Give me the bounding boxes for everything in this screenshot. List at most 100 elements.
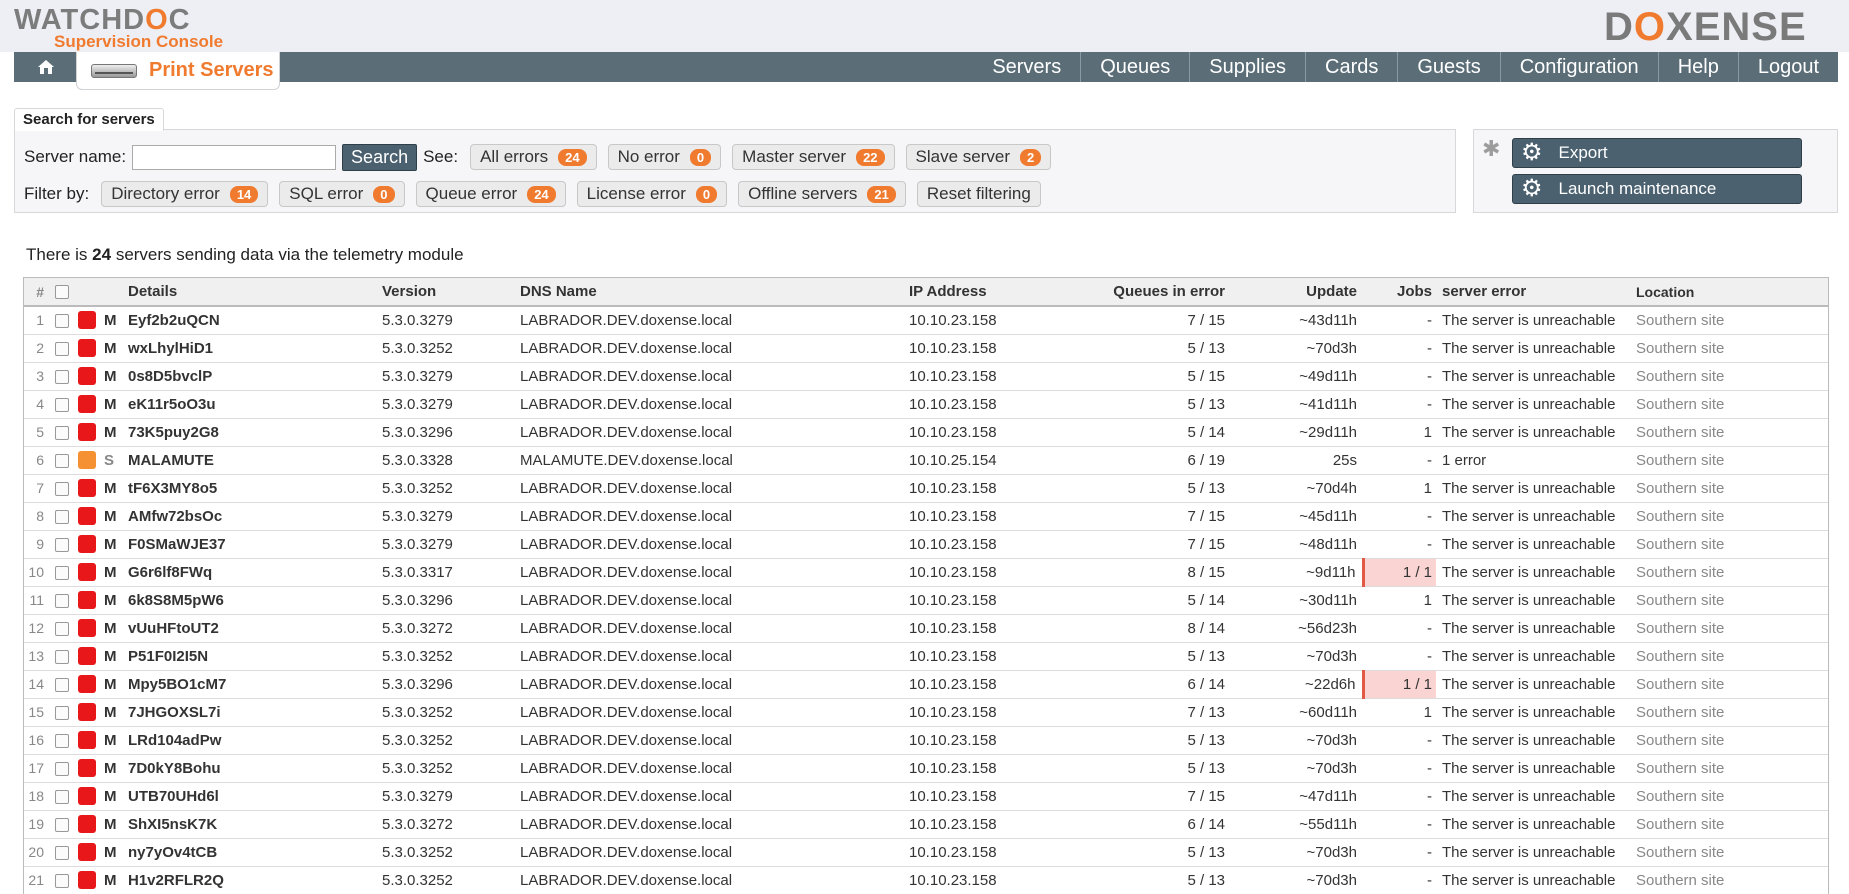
- row-checkbox[interactable]: [48, 502, 76, 531]
- server-name-link[interactable]: F0SMaWJE37: [126, 530, 380, 559]
- server-name-link[interactable]: LRd104adPw: [126, 726, 380, 755]
- row-checkbox[interactable]: [48, 586, 76, 615]
- server-name-link[interactable]: eK11r5oO3u: [126, 390, 380, 419]
- table-row[interactable]: 20 Mny7yOv4tCB 5.3.0.3252 LABRADOR.DEV.doxe…: [24, 838, 1828, 867]
- table-row[interactable]: 17 M 7D0kY8Bohu 5.3.0.3252 LABRADOR.DEV.doxe…: [24, 754, 1828, 783]
- col-version[interactable]: Version: [380, 278, 518, 307]
- nav-item-cards[interactable]: Cards: [1305, 52, 1397, 82]
- row-checkbox[interactable]: [48, 782, 76, 811]
- table-row[interactable]: 9 M F0SMaWJE37 5.3.0.3279 LABRADOR.DEV.doxen…: [24, 530, 1828, 559]
- col-dns[interactable]: DNS Name: [518, 278, 907, 307]
- server-name-link[interactable]: H1v2RFLR2Q: [126, 866, 380, 894]
- checkbox-box[interactable]: [55, 733, 69, 748]
- row-checkbox[interactable]: [48, 474, 76, 503]
- row-checkbox[interactable]: [48, 446, 76, 475]
- checkbox-box[interactable]: [55, 537, 69, 552]
- nav-item-queues[interactable]: Queues: [1080, 52, 1189, 82]
- row-checkbox[interactable]: [48, 390, 76, 419]
- row-checkbox[interactable]: [48, 670, 76, 699]
- col-update[interactable]: Update: [1231, 278, 1363, 307]
- row-checkbox[interactable]: [48, 726, 76, 755]
- tab-print-servers[interactable]: Print Servers: [76, 52, 280, 90]
- checkbox-box[interactable]: [55, 677, 69, 692]
- table-row[interactable]: 5 M 73K5puy2G8 5.3.0.3296 LABRADOR.DEV.doxen…: [24, 418, 1828, 447]
- checkbox-box[interactable]: [55, 565, 69, 580]
- table-row[interactable]: 13 M P51F0I2I5N 5.3.0.3252 LABRADOR.DEV.doxe…: [24, 642, 1828, 671]
- checkbox-box[interactable]: [55, 453, 69, 468]
- server-name-link[interactable]: MALAMUTE: [126, 446, 380, 475]
- server-name-link[interactable]: UTB70UHd6l: [126, 782, 380, 811]
- server-name-link[interactable]: tF6X3MY8o5: [126, 474, 380, 503]
- select-all-checkbox[interactable]: [48, 278, 76, 307]
- table-row[interactable]: 18 M UTB70UHd6l 5.3.0.3279 LABRADOR.DEV.doxe…: [24, 782, 1828, 811]
- checkbox-box[interactable]: [55, 621, 69, 636]
- row-checkbox[interactable]: [48, 362, 76, 391]
- nav-item-servers[interactable]: Servers: [973, 52, 1080, 82]
- table-row[interactable]: 1 M Eyf2b2uQCN 5.3.0.3279 LABRADOR.DEV.doxen…: [24, 306, 1828, 335]
- col-details[interactable]: Details: [126, 278, 380, 307]
- filter-license-error-button[interactable]: License error 0: [576, 181, 728, 207]
- search-button[interactable]: Search: [342, 143, 418, 171]
- nav-item-guests[interactable]: Guests: [1397, 52, 1499, 82]
- row-checkbox[interactable]: [48, 866, 76, 894]
- checkbox-box[interactable]: [55, 341, 69, 356]
- export-button[interactable]: ⚙ Export: [1512, 138, 1802, 168]
- server-name-link[interactable]: vUuHFtoUT2: [126, 614, 380, 643]
- checkbox-box[interactable]: [55, 313, 69, 328]
- table-row[interactable]: 19 M ShXI5nsK7K 5.3.0.3272 LABRADOR.DEV.doxe…: [24, 810, 1828, 839]
- launch-maintenance-button[interactable]: ⚙ Launch maintenance: [1512, 174, 1802, 204]
- table-row[interactable]: 12 MvUuHFtoUT2 5.3.0.3272 LABRADOR.DEV.doxe…: [24, 614, 1828, 643]
- checkbox-box[interactable]: [55, 761, 69, 776]
- row-checkbox[interactable]: [48, 810, 76, 839]
- server-name-link[interactable]: 7D0kY8Bohu: [126, 754, 380, 783]
- table-row[interactable]: 6 S MALAMUTE 5.3.0.3328 MALAMUTE.DEV.doxense…: [24, 446, 1828, 475]
- home-button[interactable]: [14, 52, 78, 82]
- row-checkbox[interactable]: [48, 614, 76, 643]
- table-row[interactable]: 7 MtF6X3MY8o5 5.3.0.3252 LABRADOR.DEV.doxen…: [24, 474, 1828, 503]
- server-name-link[interactable]: 7JHGOXSL7i: [126, 698, 380, 727]
- table-row[interactable]: 2 MwxLhylHiD1 5.3.0.3252 LABRADOR.DEV.doxen…: [24, 334, 1828, 363]
- server-name-link[interactable]: wxLhylHiD1: [126, 334, 380, 363]
- col-location[interactable]: Location: [1630, 278, 1828, 307]
- row-checkbox[interactable]: [48, 418, 76, 447]
- server-name-link[interactable]: ShXI5nsK7K: [126, 810, 380, 839]
- checkbox-box[interactable]: [55, 789, 69, 804]
- row-checkbox[interactable]: [48, 838, 76, 867]
- server-name-link[interactable]: Eyf2b2uQCN: [126, 306, 380, 335]
- checkbox-box[interactable]: [55, 705, 69, 720]
- checkbox-box[interactable]: [55, 425, 69, 440]
- filter-sql-error-button[interactable]: SQL error 0: [279, 181, 405, 207]
- col-ip[interactable]: IP Address: [907, 278, 1069, 307]
- checkbox-box[interactable]: [55, 369, 69, 384]
- row-checkbox[interactable]: [48, 558, 76, 587]
- checkbox-box[interactable]: [55, 593, 69, 608]
- row-checkbox[interactable]: [48, 306, 76, 335]
- server-name-link[interactable]: ny7yOv4tCB: [126, 838, 380, 867]
- server-name-link[interactable]: 0s8D5bvclP: [126, 362, 380, 391]
- filter-all-errors-button[interactable]: All errors 24: [470, 144, 597, 170]
- table-row[interactable]: 21 M H1v2RFLR2Q 5.3.0.3252 LABRADOR.DEV.doxe…: [24, 866, 1828, 894]
- col-server-error[interactable]: server error: [1436, 278, 1630, 307]
- table-row[interactable]: 14 M Mpy5BO1cM7 5.3.0.3296 LABRADOR.DEV.doxe…: [24, 670, 1828, 699]
- server-name-link[interactable]: 73K5puy2G8: [126, 418, 380, 447]
- table-row[interactable]: 11 M 6k8S8M5pW6 5.3.0.3296 LABRADOR.DEV.doxe…: [24, 586, 1828, 615]
- checkbox-box[interactable]: [55, 481, 69, 496]
- reset-filtering-button[interactable]: Reset filtering: [916, 181, 1041, 207]
- filter-no-error-button[interactable]: No error 0: [607, 144, 722, 170]
- server-name-link[interactable]: Mpy5BO1cM7: [126, 670, 380, 699]
- row-checkbox[interactable]: [48, 754, 76, 783]
- table-row[interactable]: 10 M G6r6lf8FWq 5.3.0.3317 LABRADOR.DEV.doxe…: [24, 558, 1828, 587]
- table-row[interactable]: 8 M AMfw72bsOc 5.3.0.3279 LABRADOR.DEV.doxen…: [24, 502, 1828, 531]
- filter-slave-server-button[interactable]: Slave server 2: [905, 144, 1052, 170]
- table-row[interactable]: 16 M LRd104adPw 5.3.0.3252 LABRADOR.DEV.doxe…: [24, 726, 1828, 755]
- nav-item-configuration[interactable]: Configuration: [1499, 52, 1658, 82]
- server-name-link[interactable]: AMfw72bsOc: [126, 502, 380, 531]
- nav-item-logout[interactable]: Logout: [1737, 52, 1838, 82]
- filter-master-server-button[interactable]: Master server 22: [732, 144, 895, 170]
- col-jobs[interactable]: Jobs: [1363, 278, 1436, 307]
- table-row[interactable]: 3 M 0s8D5bvclP 5.3.0.3279 LABRADOR.DEV.doxen…: [24, 362, 1828, 391]
- filter-directory-error-button[interactable]: Directory error 14: [101, 181, 269, 207]
- checkbox-box[interactable]: [55, 817, 69, 832]
- col-queues-in-error[interactable]: Queues in error: [1069, 278, 1231, 307]
- checkbox-box[interactable]: [55, 845, 69, 860]
